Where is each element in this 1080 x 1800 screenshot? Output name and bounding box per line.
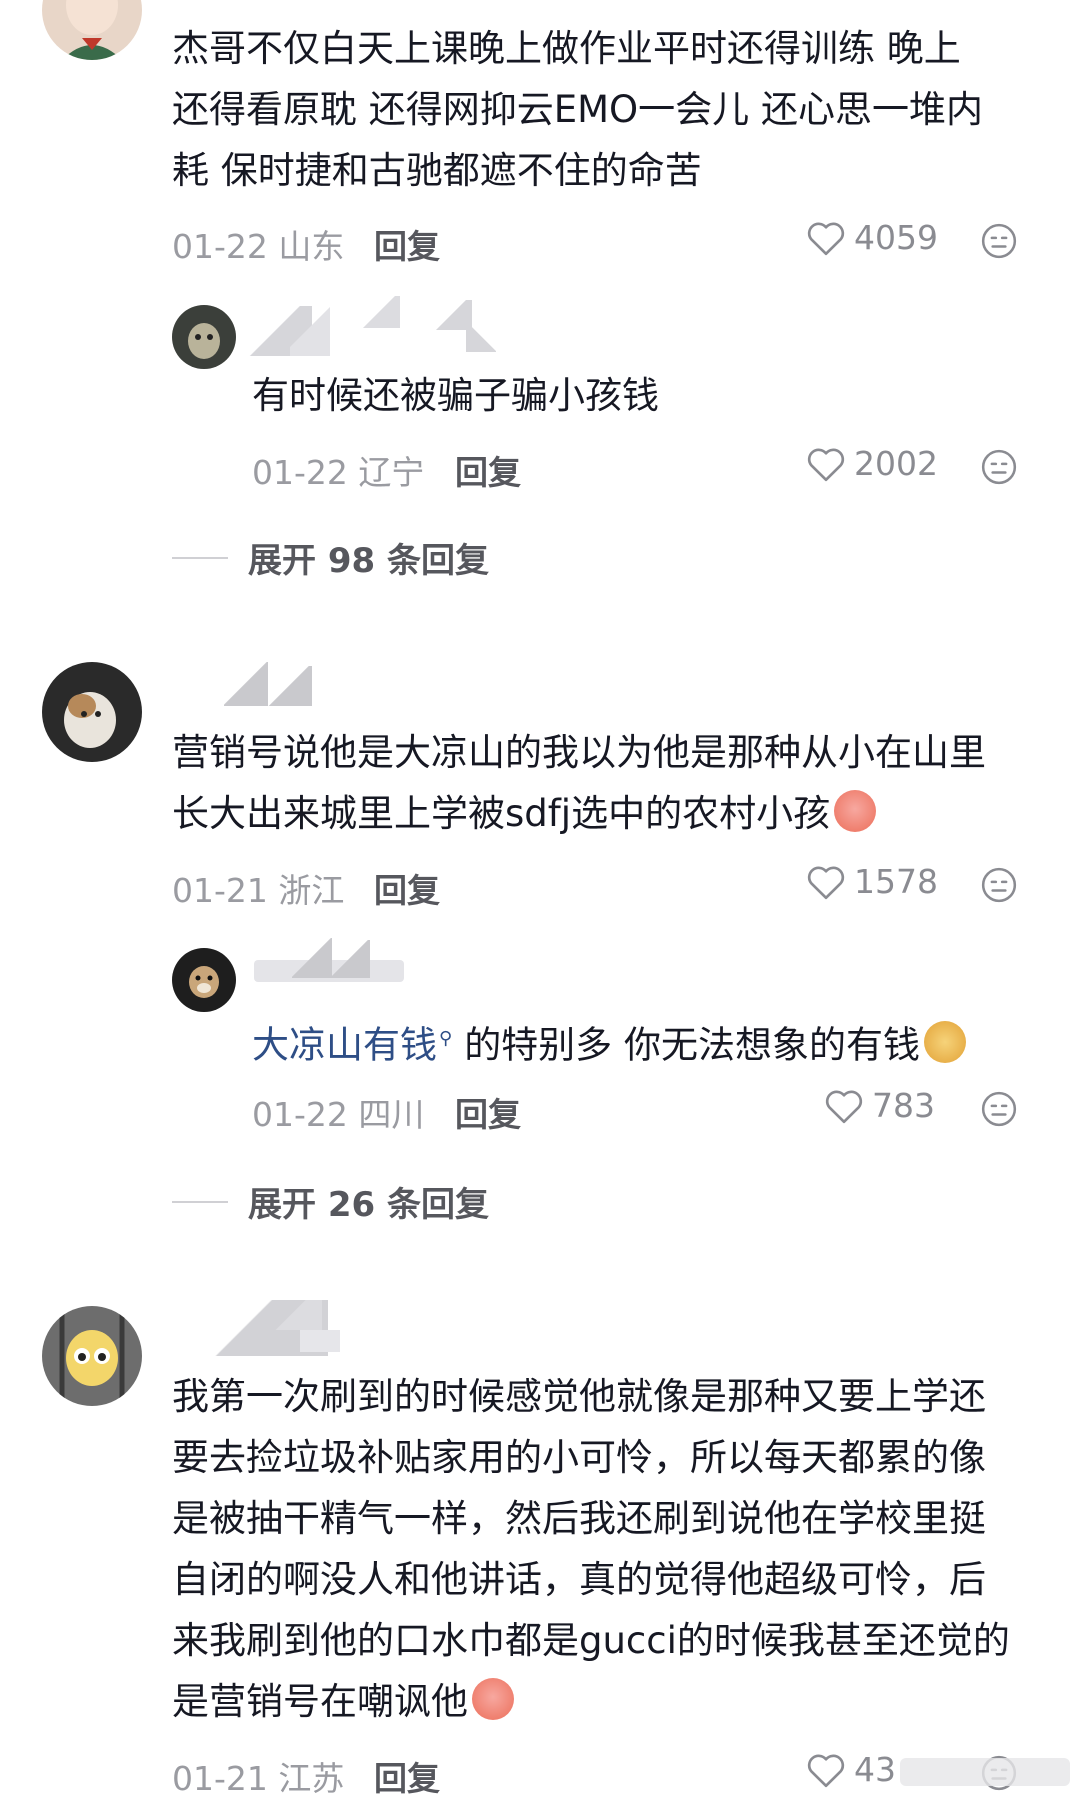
expand-replies-label: 展开 98 条回复 <box>248 541 489 581</box>
like-count: 783 <box>872 1086 935 1125</box>
expand-replies-button[interactable]: 展开 98 条回复 <box>172 533 489 582</box>
reply-date-location: 01-22 辽宁 <box>252 453 425 492</box>
comment-line: 来我刷到他的口水巾都是gucci的时候我甚至还觉的 <box>172 1619 1010 1662</box>
comment-line: 是营销号在嘲讽他 <box>172 1671 514 1732</box>
like-button[interactable]: 2002 <box>806 444 938 483</box>
comment-line: 是被抽干精气一样，然后我还刷到说他在学校里挺 <box>172 1497 986 1540</box>
comment-line: 自闭的啊没人和他讲话，真的觉得他超级可怜，后 <box>172 1558 986 1601</box>
like-button[interactable]: 43 <box>806 1750 896 1789</box>
search-icon[interactable]: ⚲ <box>439 1028 452 1049</box>
reply-button[interactable]: 回复 <box>455 446 521 494</box>
reply-text: 有时候还被骗子骗小孩钱 <box>252 374 659 417</box>
like-count: 4059 <box>854 218 938 257</box>
avatar[interactable] <box>42 662 142 762</box>
comment-line: 还得看原耽 还得网抑云EMO一会儿 还心思一堆内 <box>172 88 983 131</box>
dislike-button[interactable] <box>980 1090 1018 1132</box>
like-button[interactable]: 783 <box>824 1086 935 1125</box>
crying-emoji-icon <box>834 790 877 832</box>
like-count: 1578 <box>854 862 938 901</box>
comment-date-location: 01-22 山东 <box>172 227 345 266</box>
comment-line: 杰哥不仅白天上课晚上做作业平时还得训练 晚上 <box>172 27 961 70</box>
divider <box>172 1200 228 1203</box>
reply-button[interactable]: 回复 <box>374 1752 440 1800</box>
like-count: 2002 <box>854 444 938 483</box>
comment-line: 营销号说他是大凉山的我以为他是那种从小在山里 <box>172 731 986 774</box>
search-link[interactable]: 大凉山有钱 <box>252 1023 437 1066</box>
heart-outline-icon <box>825 1090 863 1123</box>
comment-date-location: 01-21 江苏 <box>172 1759 345 1798</box>
comment-line: 我第一次刷到的时候感觉他就像是那种又要上学还 <box>172 1375 986 1418</box>
heart-outline-icon <box>807 1754 845 1787</box>
reply-avatar[interactable] <box>172 948 236 1012</box>
watermark <box>900 1758 1070 1786</box>
dislike-face-icon <box>981 223 1017 259</box>
avatar[interactable] <box>42 1306 142 1406</box>
divider <box>172 556 228 559</box>
like-count: 43 <box>854 1750 896 1789</box>
comment-line: 长大出来城里上学被sdfj选中的农村小孩 <box>172 783 877 844</box>
dislike-face-icon <box>981 1091 1017 1127</box>
heart-outline-icon <box>807 222 845 255</box>
dislike-face-icon <box>981 449 1017 485</box>
heart-outline-icon <box>807 448 845 481</box>
comment-date-location: 01-21 浙江 <box>172 871 345 910</box>
avatar[interactable] <box>42 0 142 60</box>
crying-emoji-icon <box>472 1678 514 1720</box>
expand-replies-label: 展开 26 条回复 <box>248 1185 489 1225</box>
reply-button[interactable]: 回复 <box>455 1088 521 1136</box>
dislike-face-icon <box>981 867 1017 903</box>
reply-button[interactable]: 回复 <box>374 864 440 912</box>
dislike-button[interactable] <box>980 866 1018 908</box>
dog-face-emoji-icon <box>923 1021 966 1064</box>
like-button[interactable]: 1578 <box>806 862 938 901</box>
reply-avatar[interactable] <box>172 305 236 369</box>
reply-button[interactable]: 回复 <box>374 220 440 268</box>
reply-date-location: 01-22 四川 <box>252 1095 425 1134</box>
comment-line: 要去捡垃圾补贴家用的小可怜，所以每天都累的像 <box>172 1436 986 1479</box>
comment-line: 耗 保时捷和古驰都遮不住的命苦 <box>172 149 702 192</box>
like-button[interactable]: 4059 <box>806 218 938 257</box>
dislike-button[interactable] <box>980 222 1018 264</box>
heart-outline-icon <box>807 866 845 899</box>
expand-replies-button[interactable]: 展开 26 条回复 <box>172 1177 489 1226</box>
dislike-button[interactable] <box>980 448 1018 490</box>
reply-text: 大凉山有钱 ⚲ 的特别多 你无法想象的有钱 <box>252 1008 966 1075</box>
